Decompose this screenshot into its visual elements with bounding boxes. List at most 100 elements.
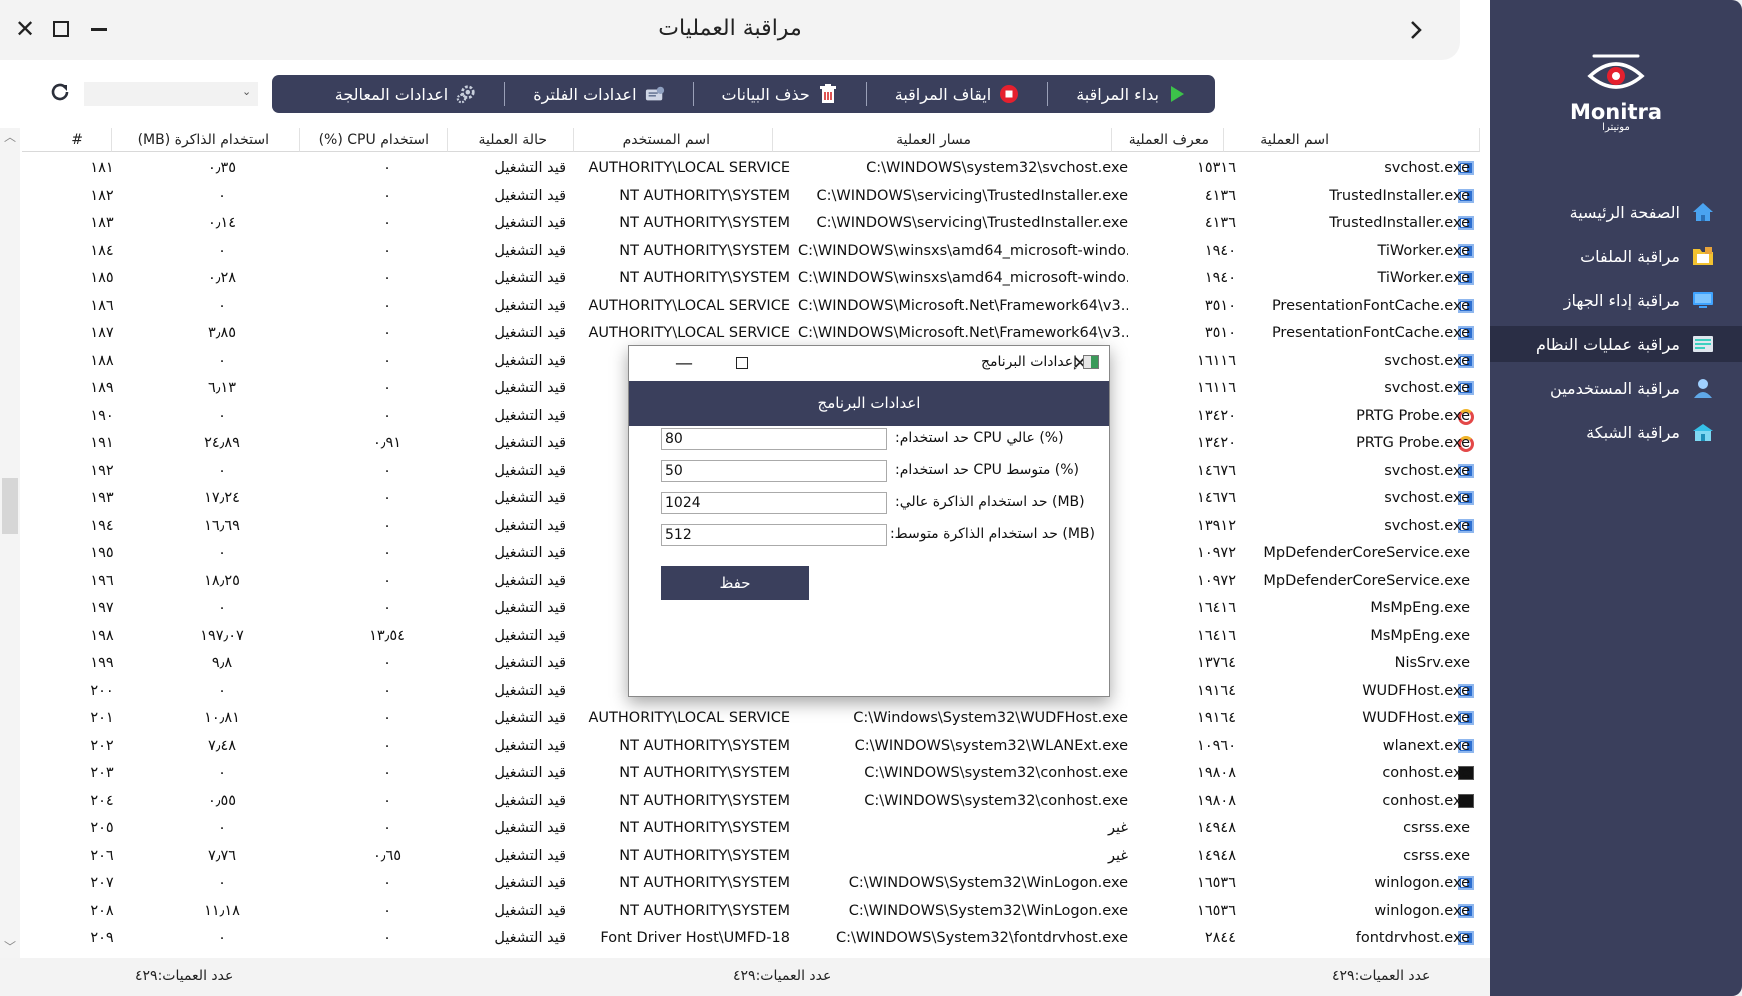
sidebar-item-processes[interactable]: مراقبة عمليات النظام <box>1490 326 1742 362</box>
table-row[interactable]: TiWorker.exe ١٩٤٠ C:\WINDOWS\winsxs\amd64_… <box>22 238 1480 266</box>
process-name: TiWorker.exe <box>1377 270 1470 286</box>
table-row[interactable]: TiWorker.exe ١٩٤٠ C:\WINDOWS\winsxs\amd64_… <box>22 265 1480 293</box>
process-status: قيد التشغيل <box>494 710 566 726</box>
play-icon <box>1167 84 1187 104</box>
start-monitoring-button[interactable]: بداء المراقبة <box>1048 75 1215 113</box>
table-row[interactable]: TrustedInstaller.exe ٤١٣٦ C:\WINDOWS\servi… <box>22 183 1480 211</box>
refresh-icon[interactable] <box>48 80 72 111</box>
header-status[interactable]: حالة العملية <box>448 128 574 152</box>
process-cpu: ٠ <box>383 930 391 946</box>
table-row[interactable]: PresentationFontCache.exe ٣٥١٠ C:\WINDOWS\… <box>22 293 1480 321</box>
process-id: ١٦٥٣٦ <box>1197 902 1236 919</box>
process-status: قيد التشغيل <box>494 325 566 341</box>
sidebar-item-network[interactable]: مراقبة الشبكة <box>1490 414 1742 450</box>
chevron-right-icon[interactable] <box>1408 18 1424 48</box>
table-row[interactable]: fontdrvhost.exe ٢٨٤٤ C:\WINDOWS\System32\f… <box>22 925 1480 953</box>
row-number: ١٩٦ <box>90 572 114 589</box>
process-id: ١٤٩٤٨ <box>1197 847 1236 864</box>
table-row[interactable]: wlanext.exe ١٠٩٦٠ C:\WINDOWS\system32\WLAN… <box>22 733 1480 761</box>
process-status: قيد التشغيل <box>494 572 566 589</box>
row-number: ٢٠١ <box>90 710 114 726</box>
process-cpu: ٠ <box>383 517 391 534</box>
memory-medium-field[interactable]: 512 <box>661 524 887 546</box>
process-id: ١٤٦٧٦ <box>1197 462 1236 479</box>
scroll-down-icon[interactable]: ﹀ <box>4 938 16 955</box>
processing-settings-button[interactable]: اعدادات المعالجة <box>307 75 505 113</box>
process-path: C:\WINDOWS\system32\conhost.exe <box>864 765 1128 781</box>
header-memory[interactable]: استخدام الذاكرة (MB) <box>112 128 300 152</box>
process-path: C:\WINDOWS\servicing\TrustedInstaller.ex… <box>816 215 1128 231</box>
table-row[interactable]: svchost.exe ١٥٣١٦ C:\WINDOWS\system32\svch… <box>22 155 1480 183</box>
process-cpu: ٠ <box>383 187 391 204</box>
header-path[interactable]: مسار العملية <box>773 128 1112 152</box>
process-memory: ٠ <box>218 930 226 946</box>
table-row[interactable]: WUDFHost.exe ١٩١٦٤ C:\Windows\System32\WUD… <box>22 705 1480 733</box>
memory-medium-label: (MB) حد استخدام الذاكرة متوسط: <box>889 526 1095 542</box>
sidebar-item-performance[interactable]: مراقبة إداء الجهاز <box>1490 282 1742 318</box>
sidebar-item-home[interactable]: الصفحة الرئيسية <box>1490 194 1742 230</box>
process-id: ٣٥١٠ <box>1204 325 1236 341</box>
process-cpu: ٠٫٦٥ <box>372 847 402 864</box>
process-name: TrustedInstaller.exe <box>1329 187 1470 204</box>
table-row[interactable]: winlogon.exe ١٦٥٣٦ C:\WINDOWS\System32\Win… <box>22 870 1480 898</box>
cpu-medium-field[interactable]: 50 <box>661 460 887 482</box>
vertical-scrollbar[interactable]: ︿ ﹀ <box>0 128 20 958</box>
process-status: قيد التشغيل <box>494 187 566 204</box>
process-name: svchost.exe <box>1384 352 1470 369</box>
row-number: ١٨٩ <box>90 380 114 396</box>
filter-settings-label: اعدادات الفلترة <box>533 84 637 104</box>
table-row[interactable]: conhost.exe ١٩٨٠٨ C:\WINDOWS\system32\conh… <box>22 760 1480 788</box>
process-id: ١٠٩٧٢ <box>1197 545 1236 561</box>
cpu-high-field[interactable]: 80 <box>661 428 887 450</box>
row-number: ٢٠٧ <box>90 875 114 891</box>
memory-high-field[interactable]: 1024 <box>661 492 887 514</box>
process-cpu: ١٣٫٥٤ <box>369 627 405 644</box>
dialog-title-text: إعدادات البرنامج <box>980 354 1077 370</box>
process-path: C:\WINDOWS\System32\WinLogon.exe <box>848 902 1128 919</box>
process-memory: ١١٫١٨ <box>204 902 240 919</box>
process-status: قيد التشغيل <box>494 435 566 451</box>
row-number: ١٩٥ <box>90 545 114 561</box>
process-status: قيد التشغيل <box>494 627 566 644</box>
process-path: C:\WINDOWS\winsxs\amd64_microsoft-windo.… <box>798 270 1128 286</box>
process-count: عدد العميات:٤٢٩ <box>733 968 832 984</box>
filter-settings-button[interactable]: اعدادات الفلترة <box>505 75 692 113</box>
sidebar-item-users[interactable]: مراقبة المستخدمين <box>1490 370 1742 406</box>
process-memory: ٢٤٫٨٩ <box>204 435 240 451</box>
header-name[interactable]: اسم العملية <box>1224 128 1480 152</box>
process-count: عدد العميات:٤٢٩ <box>1332 968 1431 984</box>
process-id: ٣٥١٠ <box>1204 297 1236 314</box>
filter-select[interactable]: ⌄ <box>84 82 258 106</box>
start-monitoring-label: بداء المراقبة <box>1076 84 1159 104</box>
process-id: ١٦٥٣٦ <box>1197 875 1236 891</box>
table-row[interactable]: csrss.exe ١٤٩٤٨ غير NT AUTHORITY\SYSTEM قيد … <box>22 815 1480 843</box>
table-row[interactable]: conhost.exe ١٩٨٠٨ C:\WINDOWS\system32\conh… <box>22 788 1480 816</box>
save-button[interactable]: حفظ <box>661 566 809 600</box>
header-user[interactable]: اسم المستخدم <box>574 128 773 152</box>
process-memory: ٧٫٧٦ <box>207 847 237 864</box>
monitor-icon <box>1690 288 1716 312</box>
minimize-icon[interactable]: — <box>669 350 699 376</box>
delete-data-button[interactable]: حذف البيانات <box>694 75 866 113</box>
scrollbar-thumb[interactable] <box>2 478 18 534</box>
process-path: C:\WINDOWS\Microsoft.Net\Framework64\v3.… <box>798 297 1128 314</box>
table-row[interactable]: TrustedInstaller.exe ٤١٣٦ C:\WINDOWS\servi… <box>22 210 1480 238</box>
process-memory: ١٦٫٦٩ <box>204 517 240 534</box>
process-id: ٢٨٤٤ <box>1204 930 1236 946</box>
header-cpu[interactable]: استخدام CPU (%) <box>300 128 448 152</box>
header-pid[interactable]: معرف العملية <box>1112 128 1224 152</box>
maximize-icon[interactable] <box>727 350 757 376</box>
sidebar-item-files[interactable]: مراقبة الملفات <box>1490 238 1742 274</box>
stop-monitoring-button[interactable]: ايقاف المراقبة <box>867 75 1047 113</box>
table-row[interactable]: csrss.exe ١٤٩٤٨ غير NT AUTHORITY\SYSTEM قيد … <box>22 843 1480 871</box>
process-memory: ٠ <box>218 187 226 204</box>
header-number[interactable]: # <box>22 128 112 152</box>
process-name: wlanext.exe <box>1382 737 1470 754</box>
process-id: ٤١٣٦ <box>1204 215 1236 231</box>
table-row[interactable]: winlogon.exe ١٦٥٣٦ C:\WINDOWS\System32\Win… <box>22 898 1480 926</box>
process-name: MpDefenderCoreService.exe <box>1263 545 1470 561</box>
scroll-up-icon[interactable]: ︿ <box>4 128 16 145</box>
row-number: ٢٠٦ <box>90 847 114 864</box>
process-memory: ٠ <box>218 352 226 369</box>
table-row[interactable]: PresentationFontCache.exe ٣٥١٠ C:\WINDOWS\… <box>22 320 1480 348</box>
